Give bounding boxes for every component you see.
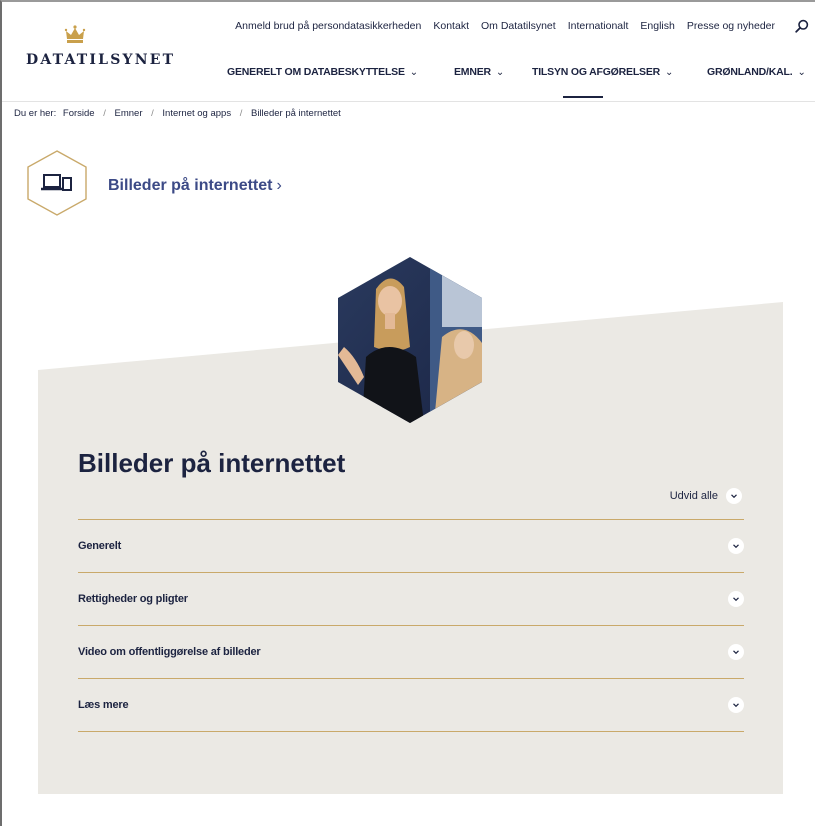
chevron-right-icon: › — [276, 177, 282, 194]
mainnav-item-greenland[interactable]: GRØNLAND/KAL. ⌄ — [707, 66, 806, 78]
header-divider — [2, 101, 815, 102]
topnav-international[interactable]: Internationalt — [568, 20, 629, 32]
breadcrumb: Du er her: Forside / Emner / Internet og… — [14, 108, 341, 119]
topnav-english[interactable]: English — [640, 20, 674, 32]
chevron-down-icon: ⌄ — [797, 67, 806, 78]
active-nav-indicator — [563, 96, 603, 98]
breadcrumb-item-current: Billeder på internettet — [251, 108, 341, 119]
chevron-down-icon — [728, 697, 744, 713]
chevron-down-icon — [726, 488, 742, 504]
accordion-item-video[interactable]: Video om offentliggørelse af billeder — [78, 626, 744, 678]
chevron-down-icon: ⌄ — [495, 67, 505, 78]
chevron-down-icon — [728, 644, 744, 660]
accordion-item-read-more[interactable]: Læs mere — [78, 679, 744, 731]
chevron-down-icon — [728, 591, 744, 607]
expand-all-button[interactable]: Udvid alle — [670, 488, 742, 504]
topnav-press[interactable]: Presse og nyheder — [687, 20, 775, 32]
breadcrumb-separator: / — [151, 108, 154, 119]
mainnav-label: GENERELT OM DATABESKYTTELSE — [227, 66, 405, 78]
logo-text: DATATILSYNET — [26, 52, 176, 68]
utility-nav: Anmeld brud på persondatasikkerheden Kon… — [235, 19, 809, 33]
breadcrumb-separator: / — [239, 108, 243, 119]
section-link[interactable]: Billeder på internettet › — [108, 177, 282, 195]
accordion-label: Generelt — [78, 540, 122, 552]
breadcrumb-separator: / — [103, 108, 106, 119]
mainnav-item-general[interactable]: GENERELT OM DATABESKYTTELSE ⌄ — [227, 66, 418, 78]
expand-all-label: Udvid alle — [669, 490, 718, 502]
mainnav-label: GRØNLAND/KAL. — [707, 66, 793, 78]
accordion-divider — [78, 731, 744, 732]
mainnav-label: TILSYN OG AFGØRELSER — [532, 66, 661, 78]
chevron-down-icon: ⌄ — [409, 67, 418, 78]
breadcrumb-item-internet-apps[interactable]: Internet og apps — [162, 108, 231, 119]
mainnav-label: EMNER — [454, 66, 491, 78]
accordion-item-rights[interactable]: Rettigheder og pligter — [78, 573, 744, 625]
breadcrumb-item-topics[interactable]: Emner — [115, 108, 143, 119]
devices-icon — [27, 150, 87, 216]
accordion: Generelt Rettigheder og pligter Video om… — [78, 519, 744, 732]
accordion-label: Rettigheder og pligter — [78, 593, 188, 605]
search-icon[interactable] — [795, 19, 809, 33]
topnav-about[interactable]: Om Datatilsynet — [481, 20, 556, 32]
crown-icon — [64, 25, 86, 43]
breadcrumb-prefix: Du er her: — [14, 108, 57, 119]
browser-frame: DATATILSYNET Anmeld brud på persondatasi… — [0, 0, 815, 826]
page-title: Billeder på internettet — [78, 448, 346, 478]
chevron-down-icon: ⌄ — [665, 67, 674, 78]
hero-image — [338, 257, 482, 423]
chevron-down-icon — [728, 538, 744, 554]
breadcrumb-item-home[interactable]: Forside — [63, 108, 95, 119]
mainnav-item-topics[interactable]: EMNER ⌄ — [454, 66, 504, 78]
topnav-report-breach[interactable]: Anmeld brud på persondatasikkerheden — [235, 20, 421, 32]
accordion-label: Video om offentliggørelse af billeder — [78, 646, 261, 658]
accordion-item-general[interactable]: Generelt — [78, 520, 744, 572]
mainnav-item-supervision[interactable]: TILSYN OG AFGØRELSER ⌄ — [532, 66, 673, 78]
section-title-text: Billeder på internettet — [108, 177, 273, 194]
topnav-contact[interactable]: Kontakt — [433, 20, 469, 32]
accordion-label: Læs mere — [78, 699, 129, 711]
main-nav: GENERELT OM DATABESKYTTELSE ⌄ EMNER ⌄ TILS… — [227, 66, 815, 102]
